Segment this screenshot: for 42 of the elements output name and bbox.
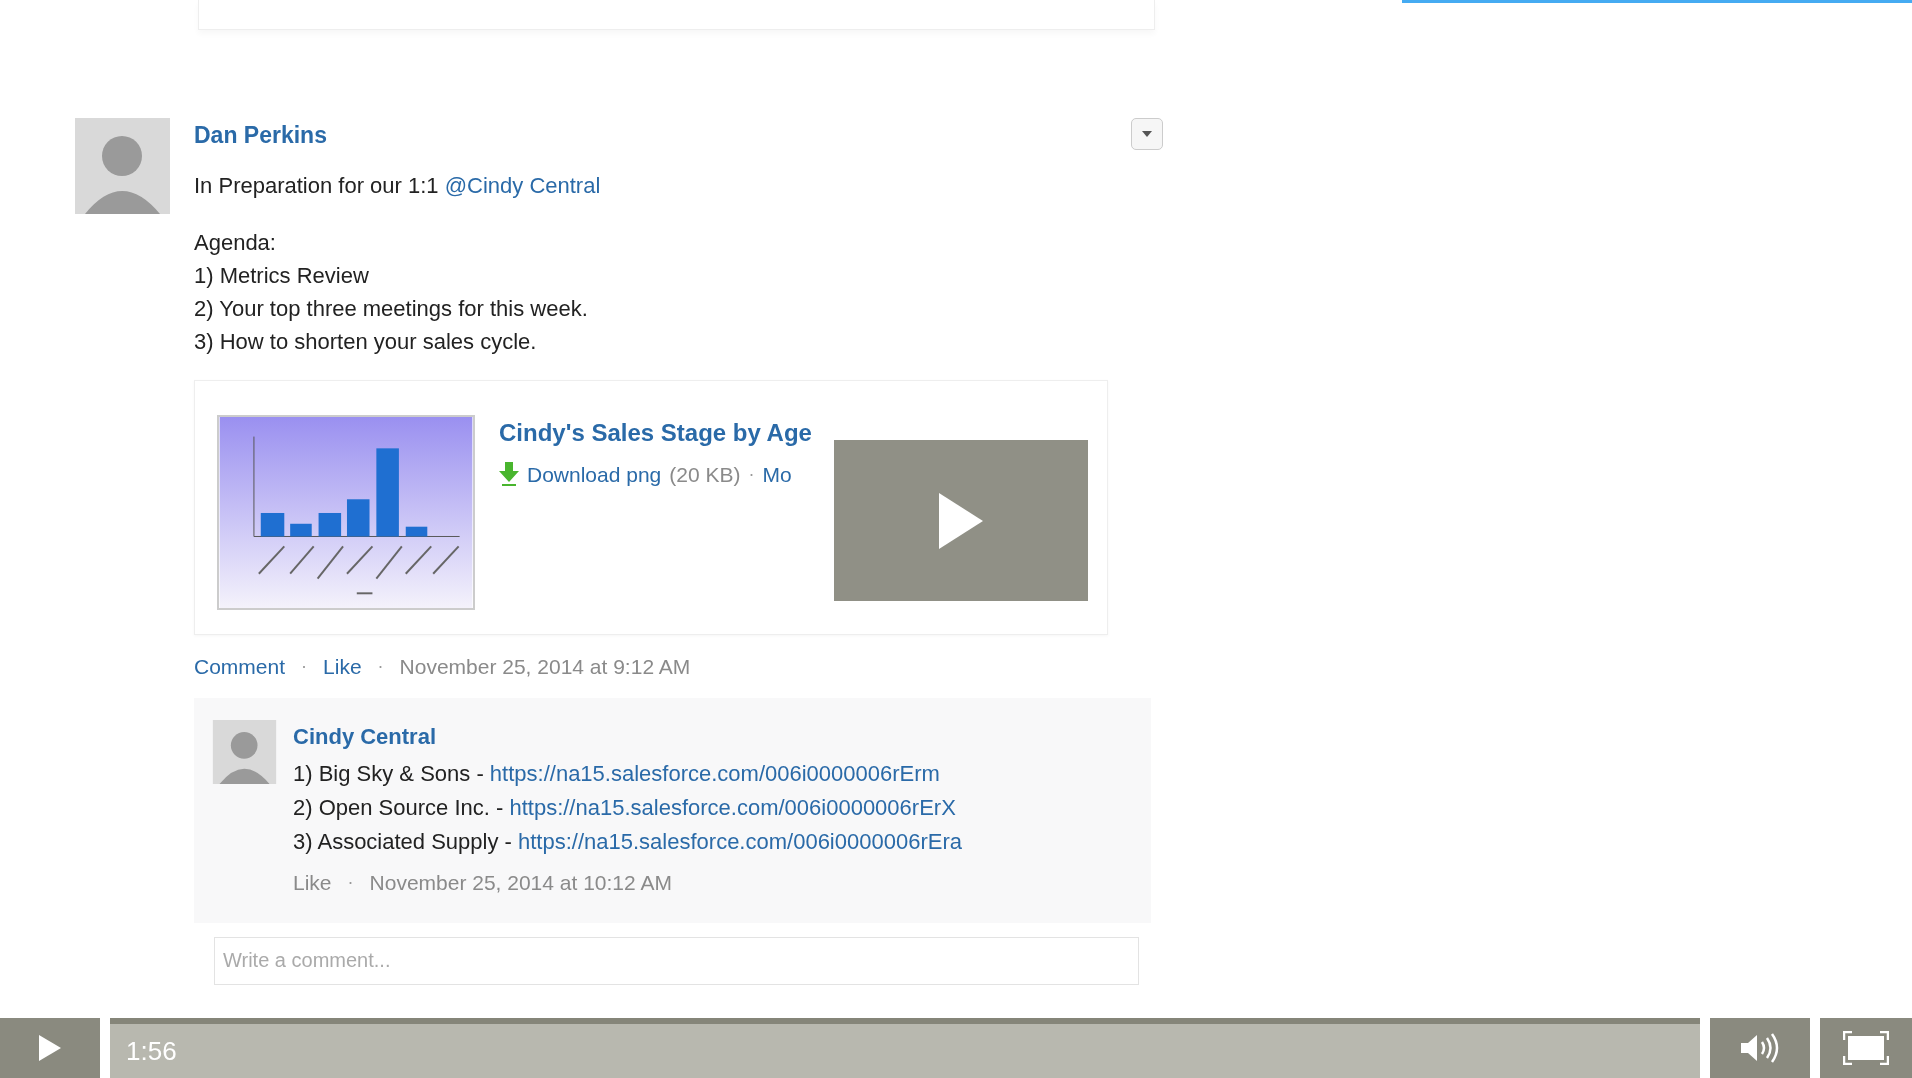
url-link[interactable]: https://na15.salesforce.com/006i0000006rErm <box>489 761 940 786</box>
url-link[interactable]: https://na15.salesforce.com/006i0000006rErX <box>509 795 956 820</box>
avatar-placeholder <box>212 720 277 784</box>
timestamp: November 25, 2014 at 9:12 AM <box>399 653 691 680</box>
post-text: 1) Metrics Review <box>194 261 370 290</box>
action-link[interactable]: Like <box>323 650 362 682</box>
time-label: 1:56 <box>126 1034 177 1068</box>
timestamp: November 25, 2014 at 10:12 AM <box>369 870 672 896</box>
post-text: 3) How to shorten your sales cycle. <box>194 327 538 356</box>
post-text: In Preparation for our 1:1 <box>194 172 440 198</box>
separator-dot: · <box>347 871 354 895</box>
action-link[interactable]: Comment <box>194 650 286 682</box>
post-text: 2) Your top three meetings for this week. <box>194 294 589 323</box>
play-button[interactable] <box>834 440 1088 601</box>
fullscreen-icon <box>1843 1031 1889 1065</box>
dropdown-button[interactable] <box>1131 118 1163 150</box>
author-name[interactable]: Cindy Central <box>293 720 962 753</box>
author-name[interactable]: Dan Perkins <box>194 118 327 153</box>
speaker-icon <box>1739 1033 1781 1063</box>
action-link[interactable]: Like <box>293 867 332 899</box>
fullscreen-button[interactable] <box>1820 1018 1912 1078</box>
chart-thumbnail[interactable] <box>217 414 475 610</box>
comment-text: 1) Big Sky & Sons - https://na15.salesforce.com/006i0000006rErm <box>293 760 941 788</box>
volume-button[interactable] <box>1710 1018 1810 1078</box>
separator-dot: · <box>301 654 308 678</box>
caret-down-icon <box>1142 131 1152 137</box>
play-icon <box>939 492 983 549</box>
url-link[interactable]: https://na15.salesforce.com/006i0000006rEra <box>518 829 962 854</box>
separator-dot: · <box>377 654 384 678</box>
mention-link[interactable]: @Cindy Central <box>444 172 601 198</box>
download-link[interactable]: Download png <box>527 458 662 490</box>
attachment-title[interactable]: Cindy's Sales Stage by Age <box>499 414 812 451</box>
more-actions-link[interactable]: Mo <box>762 458 792 490</box>
comment-input[interactable]: Write a comment... <box>214 936 1139 985</box>
play-icon <box>39 1035 61 1061</box>
comment-text: 2) Open Source Inc. - https://na15.salesforce.com/006i0000006rErX <box>293 794 957 822</box>
separator-dot: · <box>748 462 755 486</box>
download-arrow-icon[interactable] <box>499 462 519 487</box>
file-size: (20 KB) <box>669 461 741 488</box>
comment-text: 3) Associated Supply - https://na15.salesforce.com/006i0000006rEra <box>293 828 962 856</box>
post-text: Agenda: <box>194 228 277 257</box>
play-button[interactable] <box>0 1018 100 1078</box>
